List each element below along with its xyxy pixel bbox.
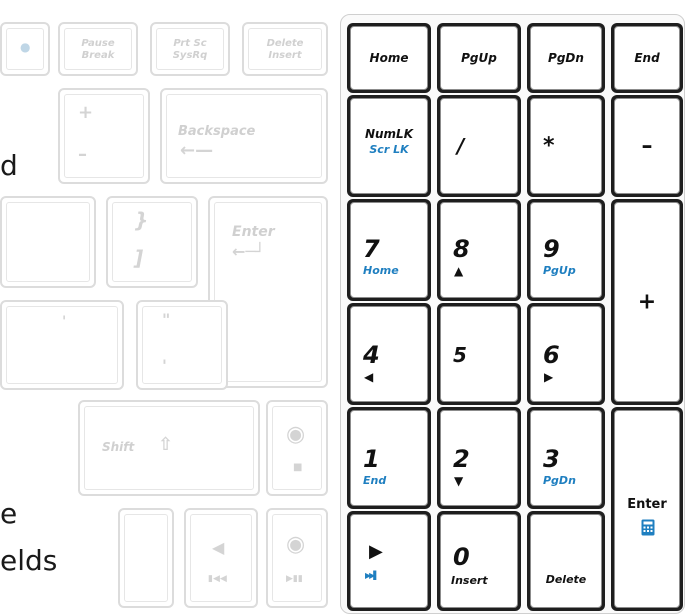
prev-track-icon: ◀ (212, 538, 225, 557)
num9-sub-label: PgUp (543, 264, 576, 277)
scrlk-label: Scr LK (369, 143, 409, 156)
num7-sub-label: Home (363, 264, 399, 277)
play-pause-key[interactable]: ◉ ▶▮▮ (266, 508, 328, 608)
backspace-label: Backspace (178, 124, 256, 139)
num7-key[interactable]: 7 Home (347, 199, 431, 301)
end-label: End (634, 51, 660, 65)
quote-key[interactable]: " ' (136, 300, 228, 390)
stop-icon: ■ (293, 462, 303, 473)
num0-sub-label: Insert (451, 574, 488, 587)
apostrophe-glyph: ' (162, 356, 167, 375)
enter-key[interactable]: Enter (611, 407, 683, 611)
num4-label: 4 (363, 341, 380, 369)
numlock-key[interactable]: NumLK Scr LK (347, 95, 431, 197)
num1-key[interactable]: 1 End (347, 407, 431, 509)
num1-label: 1 (363, 445, 380, 473)
home-label: Home (369, 51, 409, 65)
num5-key[interactable]: 5 (437, 303, 521, 405)
arrow-down-icon: ▼ (454, 474, 464, 488)
media-stop-key[interactable]: ◉ ■ (266, 400, 328, 496)
shift-key[interactable]: Shift ⇧ (78, 400, 260, 496)
faded-key-partial-3: ' (0, 300, 124, 390)
brace-bracket-key[interactable]: } ] (106, 196, 198, 288)
plus-minus-key[interactable]: + – (58, 88, 150, 184)
calculator-icon (641, 519, 655, 536)
num9-key[interactable]: 9 PgUp (527, 199, 605, 301)
num3-sub-label: PgDn (543, 474, 576, 487)
num0-label: 0 (453, 543, 470, 571)
backspace-key[interactable]: Backspace ←— (160, 88, 328, 184)
num3-label: 3 (543, 445, 560, 473)
arrow-left-icon: ◀ (364, 370, 374, 384)
prtsc-sysrq-key[interactable]: Prt Sc SysRq (150, 22, 230, 76)
enter-arrow-icon: ←─┘ (232, 242, 265, 261)
num1-sub-label: End (363, 474, 387, 487)
enter-label: Enter (627, 497, 667, 512)
end-key[interactable]: End (611, 23, 683, 93)
home-key[interactable]: Home (347, 23, 431, 93)
disc-icon-2: ◉ (286, 532, 306, 557)
num2-label: 2 (453, 445, 470, 473)
num0-key[interactable]: 0 Insert (437, 511, 521, 611)
play-icon: ▶ (369, 541, 383, 562)
play-key[interactable]: ▶ ▶▶▌ (347, 511, 431, 611)
num5-label: 5 (453, 343, 467, 367)
minus-key[interactable]: – (611, 95, 683, 197)
plus-label: + (637, 289, 657, 315)
num6-label: 6 (543, 341, 560, 369)
asterisk-key[interactable]: * (527, 95, 605, 197)
enter-label-main: Enter (232, 224, 275, 240)
disc-icon: ◉ (286, 422, 306, 447)
bracket-glyph: ] (134, 246, 144, 270)
num3-key[interactable]: 3 PgDn (527, 407, 605, 509)
num2-key[interactable]: 2 ▼ (437, 407, 521, 509)
num8-label: 8 (453, 235, 470, 263)
arrow-right-icon: ▶ (544, 370, 554, 384)
plus-glyph: + (78, 102, 94, 123)
pgup-label: PgUp (461, 51, 497, 65)
delete-insert-label: Delete Insert (266, 38, 304, 61)
pgdn-label: PgDn (548, 51, 584, 65)
arrow-up-icon: ▲ (454, 264, 464, 278)
quote-glyph: " (162, 310, 171, 329)
slash-key[interactable]: / (437, 95, 521, 197)
num6-key[interactable]: 6 ▶ (527, 303, 605, 405)
delete-label: Delete (545, 573, 587, 586)
minus-label: – (641, 133, 653, 159)
slash-label: / (457, 134, 465, 158)
num8-key[interactable]: 8 ▲ (437, 199, 521, 301)
numlk-label: NumLK (364, 127, 414, 141)
shift-arrow-icon: ⇧ (158, 434, 174, 455)
brace-glyph: } (134, 208, 149, 232)
backspace-arrow-icon: ←— (180, 140, 214, 161)
play-pause-icon: ▶▮▮ (286, 574, 303, 584)
prtsc-sysrq-label: Prt Sc SysRq (172, 38, 208, 61)
delete-insert-key[interactable]: Delete Insert (242, 22, 328, 76)
faded-main-keyboard: ● Pause Break Prt Sc SysRq Delete Insert… (0, 0, 340, 615)
pgup-key[interactable]: PgUp (437, 23, 521, 93)
minus-glyph: – (78, 144, 87, 165)
next-track-icon: ▶▶▌ (365, 571, 380, 580)
faded-key-partial: ● (0, 22, 50, 76)
pgdn-key[interactable]: PgDn (527, 23, 605, 93)
numeric-keypad: Home PgUp PgDn End NumLK Scr LK / * – 7 … (340, 14, 685, 614)
num4-key[interactable]: 4 ◀ (347, 303, 431, 405)
prev-track-key[interactable]: ◀ ▮◀◀ (184, 508, 258, 608)
shift-label: Shift (102, 440, 135, 454)
asterisk-label: * (543, 133, 555, 159)
plus-key[interactable]: + (611, 199, 683, 405)
num7-label: 7 (363, 235, 380, 263)
faded-key-partial-4 (118, 508, 174, 608)
faded-key-partial-2 (0, 196, 96, 288)
num9-label: 9 (543, 235, 560, 263)
delete-key[interactable]: Delete (527, 511, 605, 611)
pause-break-key[interactable]: Pause Break (58, 22, 138, 76)
pause-break-label: Pause Break (81, 38, 115, 61)
